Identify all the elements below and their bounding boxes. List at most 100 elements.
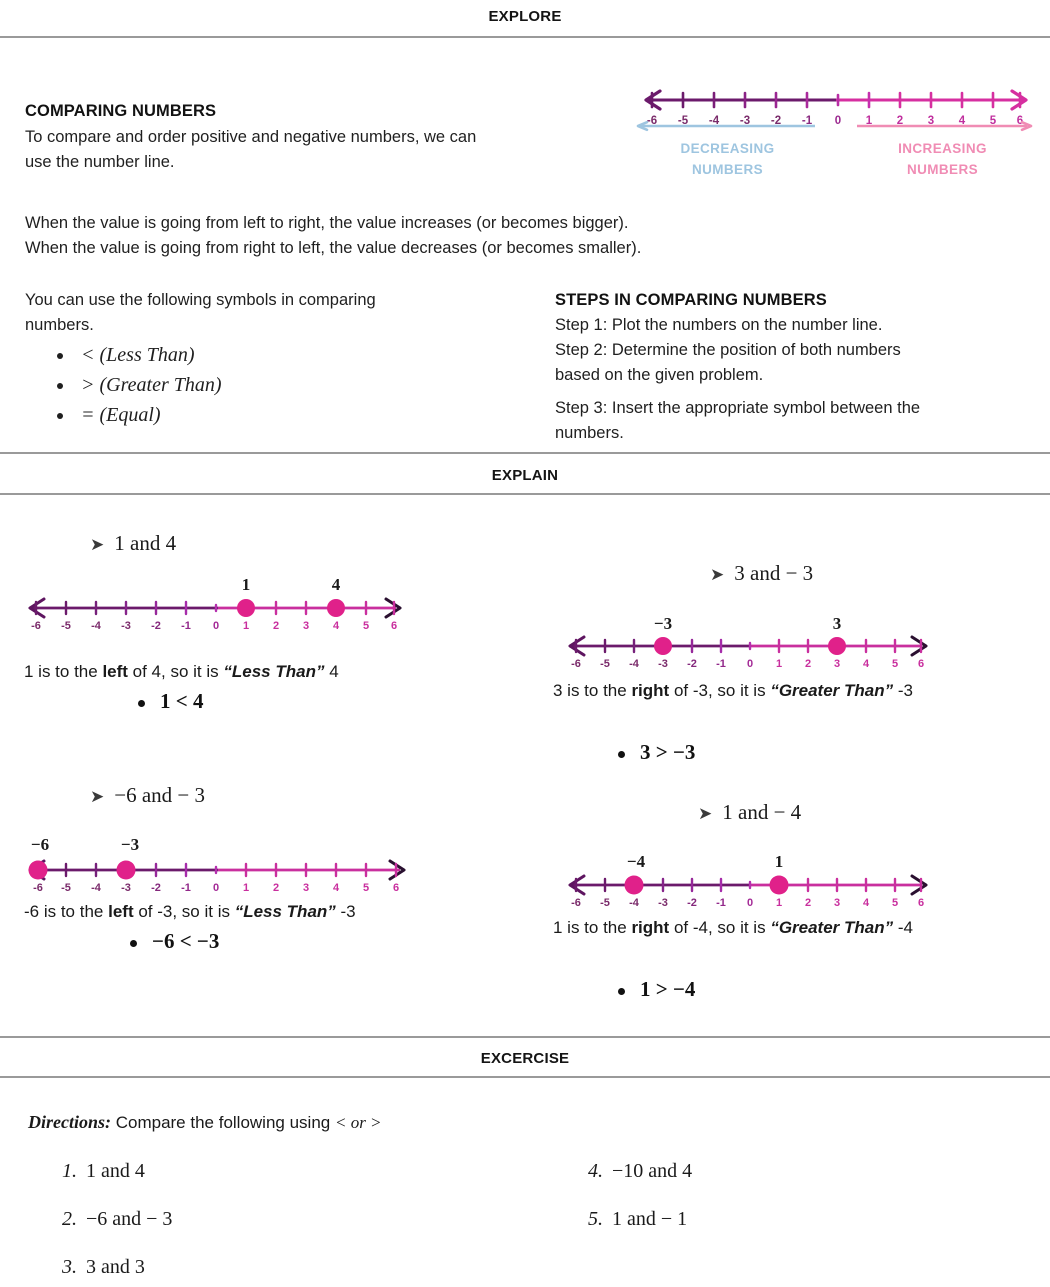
section-header-explain: EXPLAIN — [0, 467, 1050, 485]
step-2-line2: based on the given problem. — [555, 366, 764, 384]
excercise-directions-label: Directions: — [28, 1112, 111, 1132]
plotted-point — [237, 599, 255, 617]
rule-line-2: When the value is going from right to le… — [25, 239, 642, 257]
svg-text:2: 2 — [805, 658, 811, 670]
svg-text:-6: -6 — [31, 620, 41, 632]
svg-text:3: 3 — [834, 658, 840, 670]
svg-text:-1: -1 — [181, 620, 191, 632]
excercise-item-5: 5. 1 and − 1 — [588, 1208, 687, 1231]
section-header-explore: EXPLORE — [0, 8, 1050, 26]
excercise-item-3: 3. 3 and 3 — [62, 1256, 145, 1279]
excercise-item-4-number: 4. — [588, 1160, 603, 1182]
svg-text:-4: -4 — [629, 658, 640, 670]
example-3-title: ➤ −6 and − 3 — [90, 783, 205, 808]
svg-text:2: 2 — [805, 897, 811, 909]
example-2-point-label: 3 — [833, 614, 842, 633]
excercise-item-1-text: 1 and 4 — [86, 1160, 145, 1182]
svg-text:-3: -3 — [121, 882, 131, 894]
example-3-title-text: −6 and − 3 — [114, 783, 206, 807]
divider-above-explain — [0, 452, 1050, 454]
increasing-numbers-label-line2: NUMBERS — [906, 162, 979, 177]
plotted-point — [769, 875, 789, 895]
divider-below-excercise — [0, 1076, 1050, 1078]
symbols-list: < (Less Than) > (Greater Than) = (Equal) — [45, 340, 222, 430]
svg-text:-2: -2 — [687, 897, 697, 909]
example-2-explanation-mid: of -3, so it is — [669, 681, 771, 700]
svg-text:2: 2 — [273, 882, 279, 894]
svg-text:1: 1 — [243, 620, 249, 632]
svg-text:-2: -2 — [687, 658, 697, 670]
svg-text:1: 1 — [776, 658, 782, 670]
svg-text:-6: -6 — [33, 882, 43, 894]
svg-text:-4: -4 — [91, 620, 102, 632]
step-1: Step 1: Plot the numbers on the number l… — [555, 316, 883, 334]
example-2-relation-phrase: “Greater Than” — [770, 681, 894, 700]
example-1-direction: left — [102, 662, 128, 681]
svg-text:-5: -5 — [600, 658, 610, 670]
chevron-right-icon: ➤ — [90, 787, 105, 807]
example-2-title: ➤ 3 and − 3 — [710, 561, 813, 586]
excercise-directions-text: Compare the following using — [111, 1113, 335, 1132]
example-2-number-line: -6 -5 -4 -3 -2 -1 0 1 2 3 4 5 6 −3 3 — [558, 614, 940, 672]
svg-text:-3: -3 — [658, 897, 668, 909]
svg-text:3: 3 — [303, 620, 309, 632]
plotted-point — [624, 875, 644, 895]
example-4-explanation-mid: of -4, so it is — [669, 918, 771, 937]
svg-text:4: 4 — [863, 658, 870, 670]
svg-text:6: 6 — [391, 620, 397, 632]
section-header-explore-label: EXPLORE — [488, 8, 562, 25]
example-4-point-label: −4 — [627, 852, 646, 871]
example-4-point-label: 1 — [775, 852, 784, 871]
svg-text:-1: -1 — [716, 658, 726, 670]
plotted-point — [828, 637, 846, 655]
svg-text:6: 6 — [918, 658, 924, 670]
comparing-numbers-intro-line1: To compare and order positive and negati… — [25, 128, 477, 146]
svg-text:-1: -1 — [716, 897, 726, 909]
svg-text:5: 5 — [363, 882, 369, 894]
example-3-explanation-post: -3 — [335, 902, 356, 921]
step-2-line1: Step 2: Determine the position of both n… — [555, 341, 901, 359]
svg-text:4: 4 — [863, 897, 870, 909]
increasing-numbers-label-line1: INCREASING — [898, 141, 987, 156]
comparing-numbers-heading: COMPARING NUMBERS — [25, 102, 217, 120]
example-3-explanation-pre: -6 is to the — [24, 902, 109, 921]
section-header-explain-label: EXPLAIN — [491, 467, 559, 484]
symbols-intro-line2: numbers. — [25, 316, 94, 334]
decreasing-numbers-label-line2: NUMBERS — [691, 162, 764, 177]
example-1-point-label: 4 — [332, 575, 341, 594]
example-3-explanation: -6 is to the left of -3, so it is “Less … — [24, 899, 524, 925]
divider-below-explore — [0, 36, 1050, 38]
example-1-title-text: 1 and 4 — [114, 531, 177, 555]
svg-text:1: 1 — [776, 897, 782, 909]
example-2-explanation-post: -3 — [893, 681, 913, 700]
excercise-item-2-text: −6 and − 3 — [86, 1208, 173, 1230]
svg-text:-6: -6 — [571, 658, 581, 670]
chevron-right-icon: ➤ — [698, 804, 713, 824]
example-3-answer: −6 < −3 — [129, 929, 220, 953]
example-4-relation-phrase: “Greater Than” — [770, 918, 894, 937]
excercise-item-2-number: 2. — [62, 1208, 77, 1230]
svg-text:5: 5 — [892, 897, 898, 909]
example-4-answer: 1 > −4 — [617, 977, 696, 1001]
excercise-item-1-number: 1. — [62, 1160, 77, 1182]
example-1-number-line: -6 -5 -4 -3 -2 -1 0 1 2 3 4 5 6 1 4 — [18, 575, 414, 634]
example-1-answer: 1 < 4 — [137, 689, 204, 713]
steps-heading: STEPS IN COMPARING NUMBERS — [555, 291, 827, 309]
example-3-direction: left — [108, 902, 134, 921]
svg-text:-4: -4 — [629, 897, 640, 909]
excercise-item-4: 4. −10 and 4 — [588, 1160, 692, 1183]
example-3-point-label: −3 — [121, 835, 139, 854]
excercise-directions-symbols: < or > — [334, 1113, 382, 1132]
divider-above-excercise — [0, 1036, 1050, 1038]
rule-line-1: When the value is going from left to rig… — [25, 214, 629, 232]
svg-text:-3: -3 — [121, 620, 131, 632]
divider-below-explain — [0, 493, 1050, 495]
svg-text:-6: -6 — [571, 897, 581, 909]
increasing-numbers-label: INCREASING NUMBERS — [855, 138, 1030, 180]
svg-text:4: 4 — [333, 620, 340, 632]
chevron-right-icon: ➤ — [710, 565, 725, 585]
chevron-right-icon: ➤ — [90, 535, 105, 555]
example-4-title: ➤ 1 and − 4 — [698, 800, 801, 825]
example-4-explanation-post: -4 — [893, 918, 913, 937]
increasing-arrow — [855, 120, 1033, 132]
